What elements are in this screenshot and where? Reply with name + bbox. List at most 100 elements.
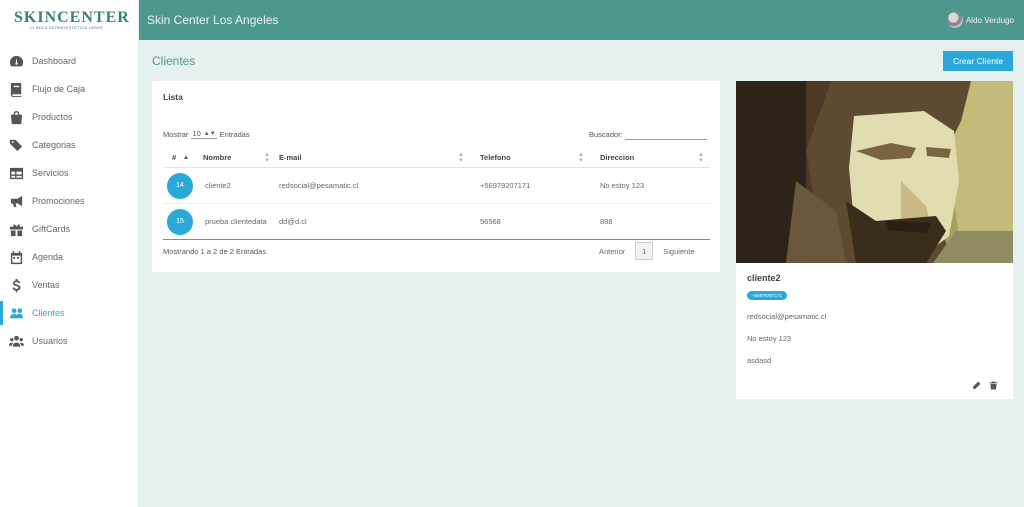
sidebar-nav: Dashboard Flujo de Caja Productos Catego… bbox=[0, 47, 138, 355]
sort-icon: ▲ ▼ bbox=[458, 151, 464, 164]
header-title: Skin Center Los Angeles bbox=[147, 13, 279, 27]
book-icon bbox=[9, 82, 24, 97]
sidebar-item-giftcards[interactable]: GiftCards bbox=[0, 215, 138, 243]
cell-id: 15 bbox=[163, 208, 195, 235]
sidebar-item-usuarios[interactable]: Usuarios bbox=[0, 327, 138, 355]
sidebar-item-label: Promociones bbox=[32, 196, 85, 206]
next-page-button[interactable]: Siguiente bbox=[663, 247, 694, 256]
sort-icon: ▲ ▼ bbox=[578, 151, 584, 164]
cell-nombre: cliente2 bbox=[205, 181, 231, 190]
cell-email: redsocial@pesamatic.cl bbox=[279, 181, 359, 190]
table-row[interactable]: 14 cliente2 redsocial@pesamatic.cl +5697… bbox=[163, 168, 710, 204]
sidebar-item-clientes[interactable]: Clientes bbox=[0, 299, 138, 327]
sidebar-item-label: Usuarios bbox=[32, 336, 68, 346]
sidebar-item-label: Servicios bbox=[32, 168, 69, 178]
client-phone-badge: +56979207171 bbox=[747, 291, 788, 300]
sort-icon: ▲ ▼ bbox=[698, 151, 704, 164]
page-length-control: Mostrar 10 ▲▼ Entradas bbox=[163, 129, 250, 139]
show-label: Mostrar bbox=[163, 129, 189, 139]
logo-title: SKINCENTER bbox=[14, 9, 130, 26]
sort-icon: ▲ ▼ bbox=[264, 151, 270, 164]
table-header: # ▲ Nombre ▲ ▼ E-mail ▲ ▼ Telefono ▲ ▼ Dire… bbox=[163, 148, 710, 168]
search-input[interactable] bbox=[624, 129, 707, 140]
sidebar-item-label: Agenda bbox=[32, 252, 64, 262]
table-info: Mostrando 1 a 2 de 2 Entradas bbox=[163, 247, 266, 256]
page-length-value: 10 bbox=[192, 129, 201, 138]
client-detail-card: cliente2 +56979207171 redsocial@pesamati… bbox=[736, 81, 1013, 399]
users-group-icon bbox=[9, 334, 24, 349]
clients-table: # ▲ Nombre ▲ ▼ E-mail ▲ ▼ Telefono ▲ ▼ Dire… bbox=[163, 148, 710, 240]
sidebar-item-flujo-de-caja[interactable]: Flujo de Caja bbox=[0, 75, 138, 103]
avatar bbox=[946, 12, 963, 28]
user-menu[interactable]: Aldo Verdugo bbox=[946, 12, 1014, 28]
id-badge: 15 bbox=[167, 208, 193, 235]
entries-label: Entradas bbox=[219, 129, 250, 139]
sidebar-item-promociones[interactable]: Promociones bbox=[0, 187, 138, 215]
cell-direccion: 888 bbox=[600, 217, 613, 226]
column-header-id[interactable]: # ▲ bbox=[163, 148, 195, 168]
sort-arrows-icon: ▲▼ bbox=[203, 130, 216, 137]
page-length-select[interactable]: 10 ▲▼ bbox=[191, 129, 217, 139]
cell-telefono: 56568 bbox=[480, 217, 501, 226]
client-note: asdasd bbox=[747, 356, 772, 365]
client-actions bbox=[972, 377, 998, 395]
dollar-icon bbox=[9, 278, 24, 293]
edit-icon[interactable] bbox=[972, 377, 981, 395]
clients-list-card: Lista Mostrar 10 ▲▼ Entradas Buscador: #… bbox=[152, 81, 720, 272]
gift-icon bbox=[9, 222, 24, 237]
sidebar-item-servicios[interactable]: Servicios bbox=[0, 159, 138, 187]
tags-icon bbox=[9, 138, 24, 153]
top-bar: Skin Center Los Angeles Aldo Verdugo bbox=[139, 0, 1024, 40]
sidebar-item-label: Productos bbox=[32, 112, 73, 122]
column-label: Nombre bbox=[203, 153, 232, 162]
sidebar-item-label: Ventas bbox=[32, 280, 60, 290]
users-icon bbox=[9, 306, 24, 321]
column-label: Direccion bbox=[600, 153, 635, 162]
column-header-telefono[interactable]: Telefono ▲ ▼ bbox=[470, 148, 590, 168]
sidebar-item-agenda[interactable]: Agenda bbox=[0, 243, 138, 271]
column-label: # bbox=[172, 153, 177, 162]
sidebar-item-productos[interactable]: Productos bbox=[0, 103, 138, 131]
sidebar-item-ventas[interactable]: Ventas bbox=[0, 271, 138, 299]
sidebar-item-label: Categorias bbox=[32, 140, 76, 150]
page-number-button[interactable]: 1 bbox=[635, 242, 654, 260]
logo[interactable]: SKINCENTER CLINICA DERMOESTETICA LASER bbox=[0, 0, 138, 40]
column-label: E-mail bbox=[279, 153, 302, 162]
calendar-icon bbox=[9, 250, 24, 265]
cell-email: dd@d.cl bbox=[279, 217, 307, 226]
id-badge: 14 bbox=[167, 172, 193, 199]
table-icon bbox=[9, 166, 24, 181]
pagination: Anterior 1 Siguiente bbox=[599, 242, 695, 260]
bullhorn-icon bbox=[9, 194, 24, 209]
column-label: Telefono bbox=[480, 153, 511, 162]
create-client-button[interactable]: Crear Cliente bbox=[943, 51, 1013, 71]
shopping-bag-icon bbox=[9, 110, 24, 125]
client-photo bbox=[736, 81, 1013, 263]
sidebar-item-dashboard[interactable]: Dashboard bbox=[0, 47, 138, 75]
sidebar-item-label: Flujo de Caja bbox=[32, 84, 86, 94]
sort-asc-icon: ▲ bbox=[183, 154, 189, 161]
sidebar-item-categorias[interactable]: Categorias bbox=[0, 131, 138, 159]
client-address: No estoy 123 bbox=[747, 334, 792, 343]
card-title: Lista bbox=[163, 92, 183, 102]
user-name: Aldo Verdugo bbox=[965, 15, 1014, 25]
client-name: cliente2 bbox=[747, 273, 781, 283]
sidebar: SKINCENTER CLINICA DERMOESTETICA LASER D… bbox=[0, 0, 139, 507]
cell-direccion: No estoy 123 bbox=[600, 181, 645, 190]
column-header-email[interactable]: E-mail ▲ ▼ bbox=[276, 148, 470, 168]
previous-page-button[interactable]: Anterior bbox=[599, 247, 625, 256]
sidebar-item-label: Dashboard bbox=[32, 56, 77, 66]
cell-nombre: prueba clientedata bbox=[205, 217, 267, 226]
sidebar-item-label: GiftCards bbox=[32, 224, 71, 234]
table-row[interactable]: 15 prueba clientedata dd@d.cl 56568 888 bbox=[163, 204, 710, 240]
dashboard-icon bbox=[9, 54, 24, 69]
cell-telefono: +56979207171 bbox=[480, 181, 531, 190]
cell-id: 14 bbox=[163, 172, 195, 199]
search-label: Buscador: bbox=[589, 130, 623, 139]
column-header-nombre[interactable]: Nombre ▲ ▼ bbox=[195, 148, 276, 168]
trash-icon[interactable] bbox=[989, 377, 998, 395]
search-control: Buscador: bbox=[589, 129, 707, 140]
page-title: Clientes bbox=[152, 54, 196, 68]
column-header-direccion[interactable]: Direccion ▲ ▼ bbox=[590, 148, 710, 168]
client-email: redsocial@pesamatic.cl bbox=[747, 312, 827, 321]
